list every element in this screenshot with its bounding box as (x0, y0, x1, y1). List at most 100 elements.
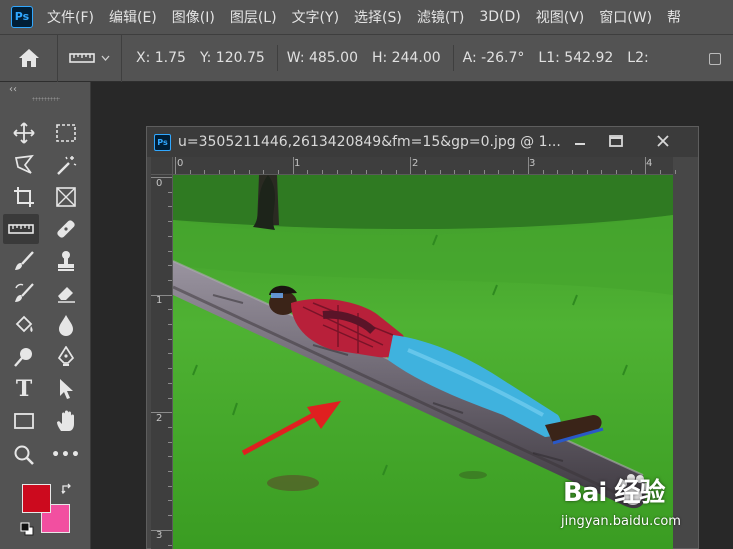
ruler-tick (219, 170, 221, 174)
clone-stamp-tool[interactable] (48, 246, 84, 276)
maximize-button[interactable] (603, 130, 629, 152)
horizontal-ruler[interactable]: 0 1 2 3 4 (173, 157, 676, 175)
polygonal-lasso-icon (14, 154, 34, 174)
ruler-label: 0 (156, 178, 163, 189)
menu-image[interactable]: 图像(I) (172, 7, 215, 27)
ruler-label: 3 (529, 158, 536, 169)
tool-preset-picker[interactable] (58, 34, 122, 82)
ruler-tick (424, 170, 426, 174)
more-tools[interactable]: ••• (48, 440, 84, 470)
ruler-tick (616, 170, 617, 174)
ruler-tick (168, 250, 172, 252)
crop-icon (14, 187, 34, 207)
ruler-tick (322, 170, 323, 174)
magic-wand-tool[interactable] (48, 150, 84, 180)
menu-filter[interactable]: 滤镜(T) (417, 7, 464, 27)
ruler-tick (168, 500, 172, 502)
swap-colors-icon[interactable] (60, 482, 74, 496)
lasso-tool[interactable] (6, 150, 42, 180)
eraser-tool[interactable] (48, 278, 84, 308)
ruler-tick (168, 456, 172, 458)
paint-bucket-icon (15, 315, 33, 333)
width-readout: W: 485.00 (286, 50, 358, 66)
ruler-tick (498, 170, 500, 174)
menu-type[interactable]: 文字(Y) (292, 7, 339, 27)
menu-file[interactable]: 文件(F) (47, 7, 94, 27)
ruler-origin[interactable] (151, 157, 173, 175)
ruler-tick (513, 170, 515, 174)
ruler-tick (168, 382, 172, 384)
hand-icon (57, 410, 74, 431)
watermark-url: jingyan.baidu.com (561, 514, 681, 529)
tools-panel: ‹‹ T ••• (0, 82, 91, 549)
menu-layer[interactable]: 图层(L) (230, 7, 277, 27)
ruler-tick (151, 529, 172, 531)
minimize-button[interactable] (567, 130, 593, 152)
move-tool[interactable] (6, 118, 42, 148)
menu-select[interactable]: 选择(S) (354, 7, 402, 27)
marquee-tool[interactable] (48, 118, 84, 148)
ruler-tick (454, 170, 456, 174)
hand-tool[interactable] (48, 406, 84, 436)
history-brush-tool[interactable] (6, 278, 42, 308)
frame-icon (56, 187, 76, 207)
home-button[interactable] (0, 34, 58, 82)
foreground-color-swatch[interactable] (22, 484, 51, 513)
ruler-tick (168, 544, 172, 546)
options-bar: X: 1.75 Y: 120.75 W: 485.00 H: 244.00 A:… (0, 34, 733, 82)
type-tool[interactable]: T (6, 374, 42, 404)
close-icon (657, 135, 669, 147)
ruler-tick (307, 170, 309, 174)
menu-edit[interactable]: 编辑(E) (109, 7, 157, 27)
zoom-tool[interactable] (6, 440, 42, 470)
paint-bucket-tool[interactable] (6, 310, 42, 340)
blur-tool[interactable] (48, 310, 84, 340)
ruler-tick (571, 170, 573, 174)
ruler-tick (168, 515, 172, 517)
minimize-icon (575, 143, 585, 145)
close-button[interactable] (650, 130, 676, 152)
brush-icon (15, 251, 34, 270)
length2-readout: L2: (627, 50, 649, 66)
brush-tool[interactable] (6, 246, 42, 276)
ruler-label: 3 (156, 530, 163, 541)
dodge-tool[interactable] (6, 342, 42, 372)
path-selection-tool[interactable] (48, 374, 84, 404)
crop-tool[interactable] (6, 182, 42, 212)
height-readout: H: 244.00 (371, 50, 441, 66)
menu-window[interactable]: 窗口(W) (599, 7, 652, 27)
photoshop-logo: Ps (11, 6, 33, 28)
photoshop-doc-icon: Ps (154, 133, 171, 151)
ruler-label: 2 (156, 413, 163, 424)
ruler-icon (69, 53, 95, 63)
ruler-tick (151, 177, 172, 178)
vertical-ruler[interactable]: 0 1 2 3 (151, 175, 173, 549)
healing-brush-tool[interactable] (48, 214, 84, 244)
watermark: Bai 经验 jingyan.baidu.com (555, 470, 733, 534)
default-colors-icon[interactable] (20, 522, 34, 536)
maximize-icon (609, 135, 623, 147)
rectangle-tool[interactable] (6, 406, 42, 436)
length1-readout: L1: 542.92 (538, 50, 614, 66)
ruler-tick (168, 221, 172, 223)
ruler-tick (439, 170, 441, 174)
menu-view[interactable]: 视图(V) (536, 7, 585, 27)
collapse-panel-icon[interactable]: ‹‹ (9, 84, 17, 95)
pen-tool[interactable] (48, 342, 84, 372)
panel-grip[interactable] (32, 97, 60, 101)
ruler-tool[interactable] (3, 214, 39, 244)
ruler-tick (204, 170, 206, 174)
ruler-tick (542, 170, 544, 174)
ruler-tick (527, 157, 529, 174)
use-measurement-scale-checkbox[interactable] (709, 53, 721, 65)
document-title-bar[interactable]: Ps u=3505211446,2613420849&fm=15&gp=0.jp… (147, 127, 698, 157)
ruler-tick (168, 265, 172, 267)
menu-3d[interactable]: 3D(D) (479, 9, 520, 25)
pen-icon (57, 346, 75, 366)
frame-tool[interactable] (48, 182, 84, 212)
magic-wand-icon (57, 156, 77, 175)
stamp-icon (58, 251, 74, 271)
move-icon (13, 122, 35, 144)
menu-help[interactable]: 帮 (667, 7, 681, 27)
ruler-tick (630, 170, 632, 174)
